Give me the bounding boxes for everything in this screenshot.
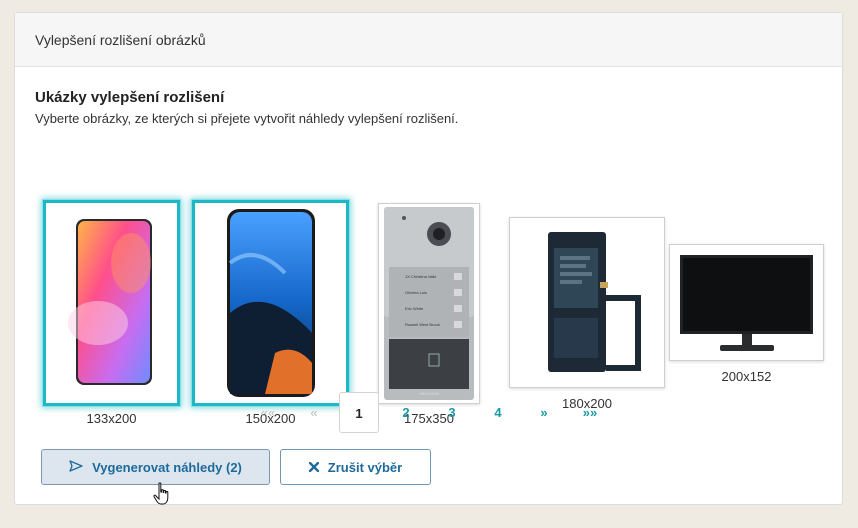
smartphone-pink-image[interactable] xyxy=(43,200,180,406)
image-upscale-panel: Vylepšení rozlišení obrázků Ukázky vylep… xyxy=(14,12,843,505)
clear-selection-button[interactable]: Zrušit výběr xyxy=(280,449,431,485)
smartphone-blue-image[interactable] xyxy=(192,200,349,406)
panel-header: Vylepšení rozlišení obrázků xyxy=(15,13,842,67)
pagination-page-4[interactable]: 4 xyxy=(478,392,518,433)
close-icon xyxy=(308,460,319,475)
hand-pointer-icon xyxy=(152,482,174,511)
pagination-page-1[interactable]: 1 xyxy=(339,392,379,433)
intercom-button-1: 1X Christina Valle xyxy=(405,274,437,279)
pagination-first[interactable]: «« xyxy=(248,392,288,433)
clear-selection-label: Zrušit výběr xyxy=(327,459,403,475)
image-size-label: 200x152 xyxy=(721,369,772,384)
monitor-image[interactable] xyxy=(669,244,824,361)
pagination-page-2[interactable]: 2 xyxy=(386,392,426,433)
panel-title: Vylepšení rozlišení obrázků xyxy=(35,31,206,48)
image-size-label: 133x200 xyxy=(86,411,137,426)
generate-previews-label: Vygenerovat náhledy (2) xyxy=(92,459,242,475)
intercom-button-3: Eric White xyxy=(405,306,424,311)
send-icon xyxy=(69,459,83,475)
pagination-prev[interactable]: « xyxy=(294,392,334,433)
intercom-button-4: Russell West Brook xyxy=(405,322,440,327)
pagination-page-3[interactable]: 3 xyxy=(432,392,472,433)
pagination-next[interactable]: » xyxy=(524,392,564,433)
battery-image[interactable] xyxy=(509,217,665,388)
door-intercom-image[interactable]: 1X Christina Valle Oliveira Luis Eric Wh… xyxy=(378,203,480,404)
section-title: Ukázky vylepšení rozlišení xyxy=(35,89,225,106)
section-description: Vyberte obrázky, ze kterých si přejete v… xyxy=(35,111,459,126)
intercom-button-2: Oliveira Luis xyxy=(405,290,427,295)
generate-previews-button[interactable]: Vygenerovat náhledy (2) xyxy=(41,449,270,485)
pagination-last[interactable]: »» xyxy=(570,392,610,433)
